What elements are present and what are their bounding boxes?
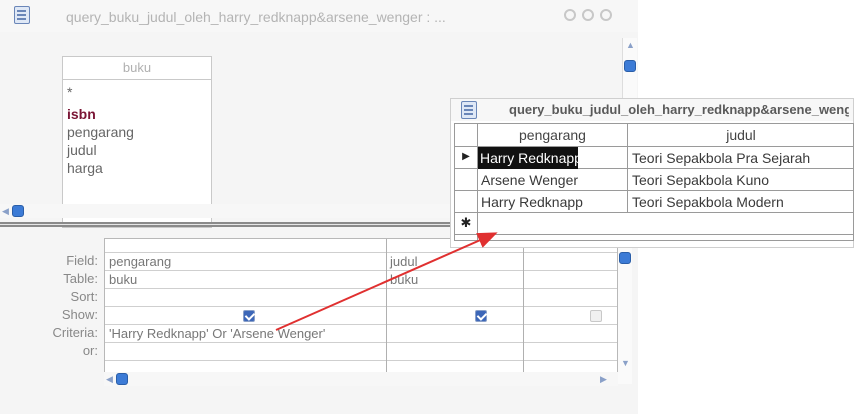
criteria-cell[interactable]: 'Harry Redknapp' Or 'Arsene Wenger' — [109, 325, 325, 343]
scroll-left-icon[interactable]: ◀ — [106, 374, 113, 384]
table-cell[interactable]: Teori Sepakbola Pra Sejarah — [632, 147, 854, 169]
grid-line — [105, 360, 617, 361]
grid-line — [105, 252, 617, 253]
scroll-thumb[interactable] — [116, 373, 128, 385]
close-button[interactable] — [600, 9, 612, 21]
grid-column-divider — [523, 239, 524, 383]
current-record-icon[interactable]: ▶ — [455, 146, 477, 168]
new-record-icon[interactable]: ✱ — [455, 212, 477, 234]
row-label-show: Show: — [61, 307, 98, 322]
grid-line — [455, 234, 853, 235]
grid-horizontal-scrollbar[interactable]: ◀ ▶ — [104, 372, 618, 386]
scroll-thumb[interactable] — [12, 205, 24, 217]
datasheet-titlebar[interactable]: query_buku_judul_oleh_harry_redknapp&ars… — [451, 99, 853, 121]
datasheet-window[interactable]: query_buku_judul_oleh_harry_redknapp&ars… — [450, 98, 854, 248]
design-titlebar[interactable]: query_buku_judul_oleh_harry_redknapp&ars… — [0, 0, 638, 32]
qbe-grid-area: Field: Table: Sort: Show: Criteria: or: … — [0, 228, 638, 414]
design-window-title: query_buku_judul_oleh_harry_redknapp&ars… — [66, 9, 446, 25]
cell-table-2[interactable]: buku — [390, 271, 418, 289]
table-cell[interactable]: Arsene Wenger — [481, 169, 625, 191]
field-isbn[interactable]: isbn — [67, 105, 96, 123]
row-label-table: Table: — [63, 271, 98, 286]
cell-field-2[interactable]: judul — [390, 253, 417, 271]
row-label-field: Field: — [66, 253, 98, 268]
grid-line — [105, 306, 617, 307]
row-label-sort: Sort: — [70, 289, 98, 304]
field-all[interactable]: * — [67, 83, 72, 101]
field-harga[interactable]: harga — [67, 159, 103, 177]
table-box-title: buku — [63, 57, 211, 80]
scroll-left-icon[interactable]: ◀ — [2, 206, 9, 216]
column-header-judul[interactable]: judul — [628, 124, 854, 146]
scroll-thumb[interactable] — [619, 252, 631, 264]
row-label-criteria: Criteria: — [52, 325, 98, 340]
scroll-up-icon[interactable]: ▲ — [626, 40, 635, 50]
maximize-button[interactable] — [582, 9, 594, 21]
scroll-thumb[interactable] — [624, 60, 636, 72]
minimize-button[interactable] — [564, 9, 576, 21]
grid-line — [105, 288, 617, 289]
table-cell[interactable]: Teori Sepakbola Kuno — [632, 169, 854, 191]
cell-table-1[interactable]: buku — [109, 271, 137, 289]
record-selector[interactable] — [455, 168, 477, 190]
datasheet-window-title: query_buku_judul_oleh_harry_redknapp&ars… — [509, 102, 849, 117]
datasheet-table[interactable]: pengarang judul ▶ Harry Redknapp Teori S… — [454, 123, 854, 242]
scroll-right-icon[interactable]: ▶ — [600, 374, 607, 384]
scroll-down-icon[interactable]: ▼ — [621, 358, 630, 368]
show-checkbox-2[interactable] — [475, 310, 487, 322]
qbe-grid[interactable]: pengarang judul buku buku 'Harry Redknap… — [104, 238, 618, 384]
grid-line — [105, 270, 617, 271]
record-selector[interactable] — [455, 190, 477, 212]
cell-field-1[interactable]: pengarang — [109, 253, 171, 271]
column-header-pengarang[interactable]: pengarang — [478, 124, 627, 146]
grid-column-divider — [386, 239, 387, 383]
show-checkbox-1[interactable] — [243, 310, 255, 322]
query-window-icon — [461, 101, 477, 119]
field-pengarang[interactable]: pengarang — [67, 123, 134, 141]
row-label-or: or: — [82, 343, 98, 358]
field-judul[interactable]: judul — [67, 141, 97, 159]
table-cell[interactable]: Teori Sepakbola Modern — [632, 191, 854, 213]
query-window-icon — [14, 6, 30, 24]
show-checkbox-3[interactable] — [590, 310, 602, 322]
table-cell[interactable]: Harry Redknapp — [478, 147, 578, 169]
grid-vertical-scrollbar[interactable]: ▲ ▼ — [618, 238, 632, 384]
table-box-buku[interactable]: buku * isbn pengarang judul harga — [62, 56, 212, 228]
table-cell[interactable]: Harry Redknapp — [481, 191, 625, 213]
